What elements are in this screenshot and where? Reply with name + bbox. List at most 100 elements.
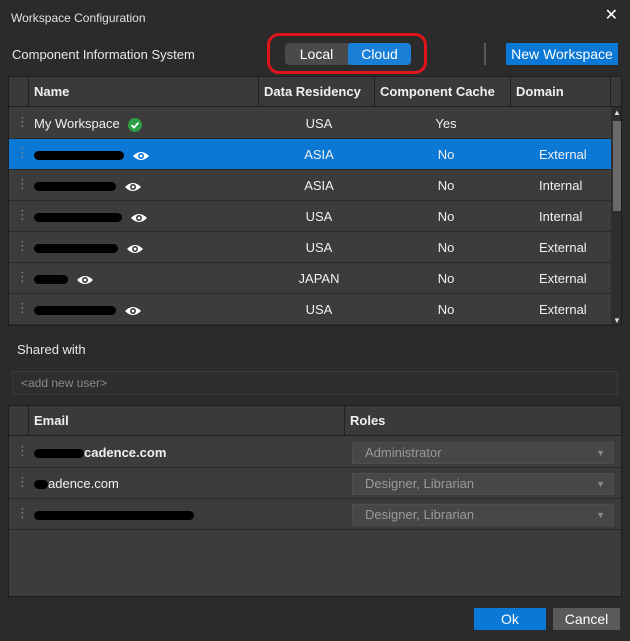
email-domain-text: cadence.com (84, 445, 167, 460)
workspace-table: Name Data Residency Component Cache Doma… (8, 76, 622, 326)
data-residency-cell: USA (305, 302, 333, 317)
shared-with-label: Shared with (17, 342, 86, 357)
drag-handle-icon[interactable]: ⋮ (16, 115, 29, 128)
column-header-roles[interactable]: Roles (345, 406, 621, 436)
component-information-system-label: Component Information System (12, 47, 195, 62)
chevron-down-icon[interactable]: ▼ (596, 443, 605, 463)
role-select[interactable]: Designer, Librarian ▼ (352, 473, 614, 495)
workspace-name (34, 294, 142, 325)
data-residency-cell: ASIA (304, 178, 334, 193)
chevron-down-icon[interactable]: ▼ (596, 505, 605, 525)
user-email: cadence.com (34, 437, 166, 468)
scroll-thumb[interactable] (613, 121, 621, 211)
eye-icon[interactable] (124, 305, 142, 317)
drag-handle-icon[interactable]: ⋮ (16, 444, 29, 457)
add-new-user-input[interactable] (12, 371, 618, 395)
shared-users-header: Email Roles (9, 406, 621, 436)
component-cache-cell: No (437, 147, 455, 162)
eye-icon[interactable] (76, 274, 94, 286)
email-domain-text: adence.com (48, 476, 119, 491)
redacted-email (34, 449, 84, 459)
workspace-row[interactable]: ⋮ USA No Internal (9, 201, 611, 232)
drag-handle-icon[interactable]: ⋮ (16, 301, 29, 314)
domain-cell: External (539, 302, 587, 317)
cancel-button[interactable]: Cancel (553, 608, 620, 630)
workspace-name (34, 232, 144, 263)
window-title: Workspace Configuration (11, 11, 146, 25)
eye-icon[interactable] (132, 150, 150, 162)
shared-user-row[interactable]: ⋮ adence.com Designer, Librarian ▼ (9, 468, 621, 499)
chevron-down-icon[interactable]: ▼ (596, 474, 605, 494)
redacted-email (34, 511, 194, 521)
data-residency-cell: USA (305, 209, 333, 224)
data-residency-cell: JAPAN (298, 271, 340, 286)
check-circle-icon (127, 117, 142, 132)
eye-icon[interactable] (126, 243, 144, 255)
redacted-name (34, 213, 122, 223)
component-cache-cell: No (437, 178, 455, 193)
workspace-row[interactable]: ⋮ USA No External (9, 294, 611, 325)
redacted-name (34, 244, 118, 254)
user-email (34, 499, 194, 530)
drag-handle-icon[interactable]: ⋮ (16, 208, 29, 221)
component-cache-cell: No (437, 209, 455, 224)
workspace-name (34, 139, 150, 170)
data-residency-cell: USA (305, 240, 333, 255)
scroll-down-icon[interactable]: ▼ (611, 315, 621, 325)
domain-cell: External (539, 147, 587, 162)
workspace-scrollbar[interactable]: ▲ ▼ (611, 107, 621, 325)
workspace-row[interactable]: ⋮ ASIA No External (9, 139, 611, 170)
eye-icon[interactable] (130, 212, 148, 224)
drag-handle-icon[interactable]: ⋮ (16, 270, 29, 283)
role-select[interactable]: Administrator ▼ (352, 442, 614, 464)
column-header-data-residency[interactable]: Data Residency (259, 77, 375, 107)
user-email: adence.com (34, 468, 119, 499)
workspace-name (34, 201, 148, 232)
column-header-component-cache[interactable]: Component Cache (375, 77, 511, 107)
redacted-name (34, 306, 116, 316)
domain-cell: External (539, 271, 587, 286)
drag-handle-icon[interactable]: ⋮ (16, 475, 29, 488)
component-cache-cell: No (437, 240, 455, 255)
workspace-row[interactable]: ⋮ USA No External (9, 232, 611, 263)
ok-button[interactable]: Ok (474, 608, 546, 630)
data-residency-cell: USA (305, 116, 333, 131)
workspace-row[interactable]: ⋮ ASIA No Internal (9, 170, 611, 201)
separator (484, 43, 486, 65)
column-header-domain[interactable]: Domain (511, 77, 611, 107)
component-cache-cell: No (437, 271, 455, 286)
role-value: Designer, Librarian (365, 476, 475, 491)
workspace-name (34, 170, 142, 201)
workspace-row[interactable]: ⋮ JAPAN No External (9, 263, 611, 294)
workspace-name-text: My Workspace (34, 116, 120, 131)
redacted-name (34, 151, 124, 161)
column-header-email[interactable]: Email (29, 406, 345, 436)
workspace-row[interactable]: ⋮ My Workspace USA Yes (9, 108, 611, 139)
drag-handle-icon[interactable]: ⋮ (16, 177, 29, 190)
data-residency-cell: ASIA (304, 147, 334, 162)
shared-users-table: Email Roles ⋮ cadence.com Administrator ▼ ⋮ a… (8, 405, 622, 597)
column-header-name[interactable]: Name (29, 77, 259, 107)
drag-handle-icon[interactable]: ⋮ (16, 239, 29, 252)
shared-user-row[interactable]: ⋮ Designer, Librarian ▼ (9, 499, 621, 530)
title-bar: Workspace Configuration ✕ (0, 0, 630, 36)
eye-icon[interactable] (124, 181, 142, 193)
redacted-email (34, 480, 48, 490)
close-icon[interactable]: ✕ (605, 5, 618, 25)
role-value: Administrator (365, 445, 442, 460)
grip-column-header (9, 406, 29, 436)
grip-column-header (9, 77, 29, 107)
toggle-local[interactable]: Local (285, 43, 348, 65)
component-cache-cell: No (437, 302, 455, 317)
role-select[interactable]: Designer, Librarian ▼ (352, 504, 614, 526)
drag-handle-icon[interactable]: ⋮ (16, 506, 29, 519)
workspace-name: My Workspace (34, 108, 142, 139)
toggle-cloud[interactable]: Cloud (348, 43, 411, 65)
shared-user-row[interactable]: ⋮ cadence.com Administrator ▼ (9, 437, 621, 468)
scroll-up-icon[interactable]: ▲ (611, 107, 621, 119)
redacted-name (34, 275, 68, 285)
local-cloud-toggle[interactable]: Local Cloud (285, 43, 411, 65)
drag-handle-icon[interactable]: ⋮ (16, 146, 29, 159)
role-value: Designer, Librarian (365, 507, 475, 522)
new-workspace-button[interactable]: New Workspace (506, 43, 618, 65)
